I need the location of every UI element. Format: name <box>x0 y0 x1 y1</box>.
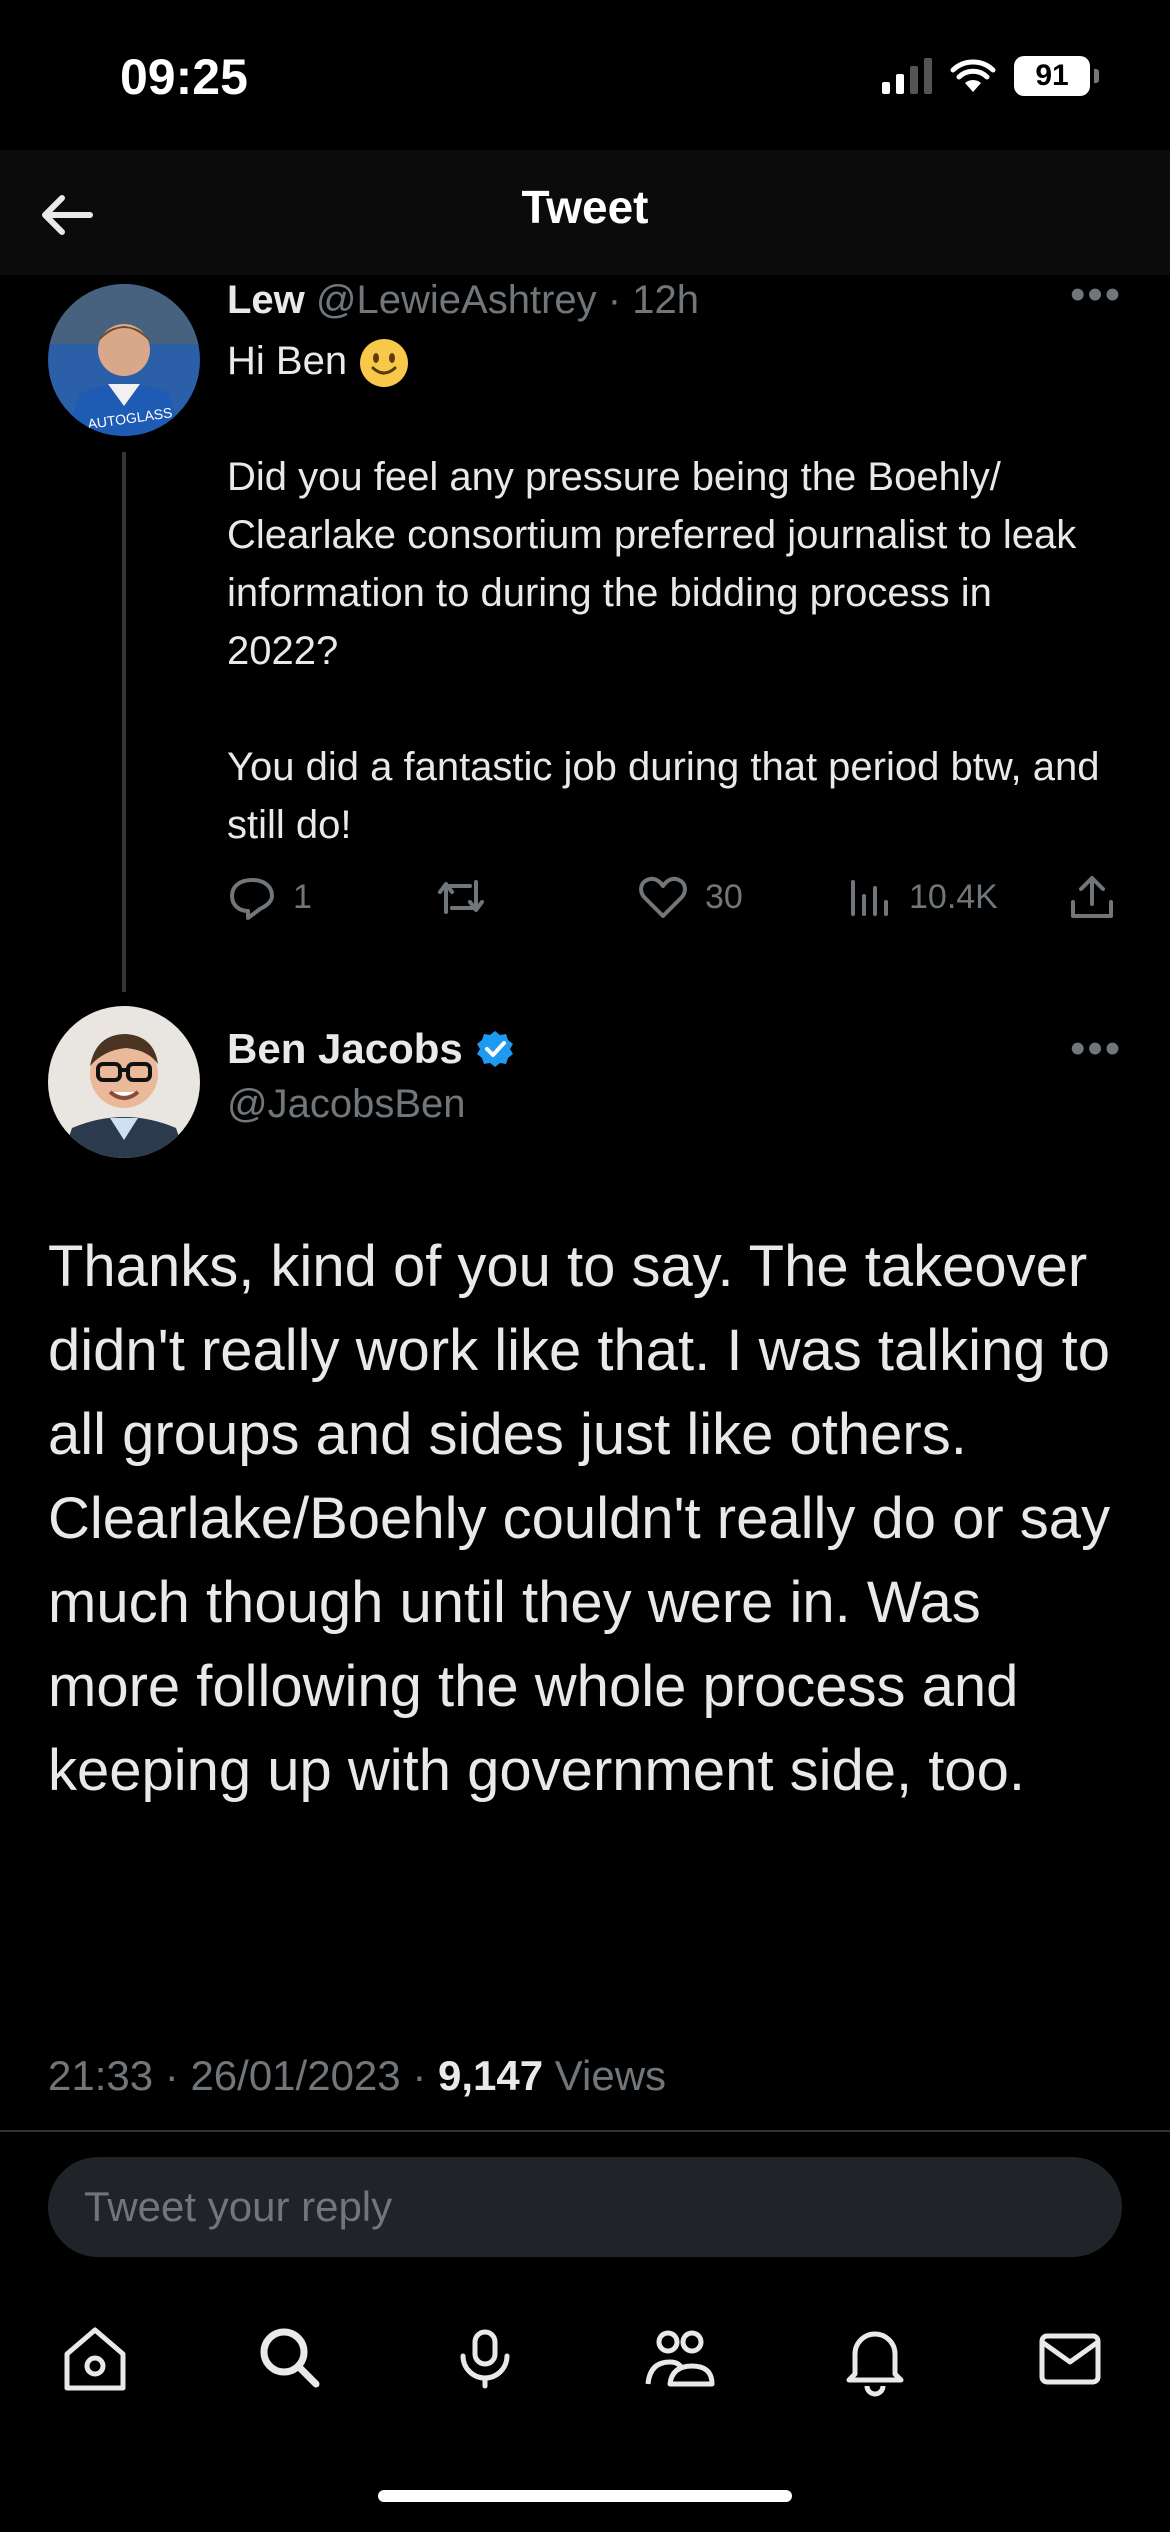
retweet-button[interactable] <box>434 872 488 922</box>
messages-icon[interactable] <box>1030 2318 1110 2398</box>
share-button[interactable] <box>1067 872 1117 922</box>
signal-icon <box>882 58 932 94</box>
greeting-text: Hi Ben <box>227 339 348 383</box>
communities-icon[interactable] <box>640 2318 720 2398</box>
page-title: Tweet <box>521 181 649 233</box>
search-icon[interactable] <box>250 2318 330 2398</box>
status-time: 09:25 <box>120 49 248 105</box>
status-bar: 09:25 91 <box>0 0 1170 150</box>
tweet-time: 21:33 <box>48 2052 154 2099</box>
tweet-text: Hi Ben Did you feel any pressure being t… <box>227 332 1107 854</box>
tweet-paragraph: Did you feel any pressure being the Boeh… <box>227 455 1077 673</box>
reply-count: 1 <box>293 877 312 916</box>
author-handle[interactable]: @JacobsBen <box>227 1082 466 1127</box>
like-icon <box>639 876 687 918</box>
nav-bar: Tweet <box>0 150 1170 275</box>
home-icon[interactable] <box>55 2318 135 2398</box>
more-icon[interactable]: ••• <box>1070 270 1122 320</box>
home-indicator[interactable] <box>378 2490 792 2502</box>
avatar-ben[interactable] <box>48 1006 200 1158</box>
author-name[interactable]: Lew <box>227 278 305 322</box>
tweet-actions: 1 30 10.4K <box>227 872 1127 932</box>
views-count[interactable]: 9,147 <box>438 2052 543 2099</box>
tweet-age: 12h <box>632 278 699 322</box>
reply-placeholder: Tweet your reply <box>84 2183 393 2230</box>
wifi-icon <box>950 59 996 92</box>
divider <box>0 2130 1170 2132</box>
like-button[interactable]: 30 <box>637 872 743 922</box>
status-icons: 91 <box>882 56 1099 96</box>
tweet-date: 26/01/2023 <box>190 2052 401 2099</box>
author-name-row: Ben Jacobs <box>227 1025 515 1073</box>
reply-button[interactable]: 1 <box>227 872 312 922</box>
verified-badge-icon <box>476 1031 513 1067</box>
main-tweet-text: Thanks, kind of you to say. The takeover… <box>48 1234 1111 1803</box>
views-label: Views <box>554 2052 667 2099</box>
more-icon[interactable]: ••• <box>1070 1024 1122 1074</box>
battery-level: 91 <box>1035 59 1069 92</box>
battery-indicator: 91 <box>1014 56 1099 96</box>
tweet-paragraph: You did a fantastic job during that peri… <box>227 745 1100 847</box>
author-name[interactable]: Ben Jacobs <box>227 1025 463 1073</box>
avatar-lew[interactable]: AUTOGLASS <box>48 284 200 436</box>
tweet-header: Lew @LewieAshtrey · 12h <box>227 278 699 323</box>
retweet-icon <box>438 880 484 914</box>
tab-bar <box>0 2300 1170 2420</box>
share-icon <box>1071 876 1113 918</box>
views-button[interactable]: 10.4K <box>847 872 998 922</box>
thread-connector <box>122 452 126 992</box>
reply-input[interactable]: Tweet your reply <box>48 2157 1122 2257</box>
reply-icon <box>230 878 274 920</box>
notifications-icon[interactable] <box>835 2318 915 2398</box>
author-handle[interactable]: @LewieAshtrey <box>316 278 597 322</box>
smiley-emoji-icon <box>360 339 409 388</box>
tweet-meta: 21:33 · 26/01/2023 · 9,147 Views <box>48 2052 667 2099</box>
views-icon <box>851 880 888 916</box>
spaces-icon[interactable] <box>445 2318 525 2398</box>
view-count: 10.4K <box>909 877 998 916</box>
like-count: 30 <box>705 877 743 916</box>
separator-dot: · <box>607 278 622 322</box>
